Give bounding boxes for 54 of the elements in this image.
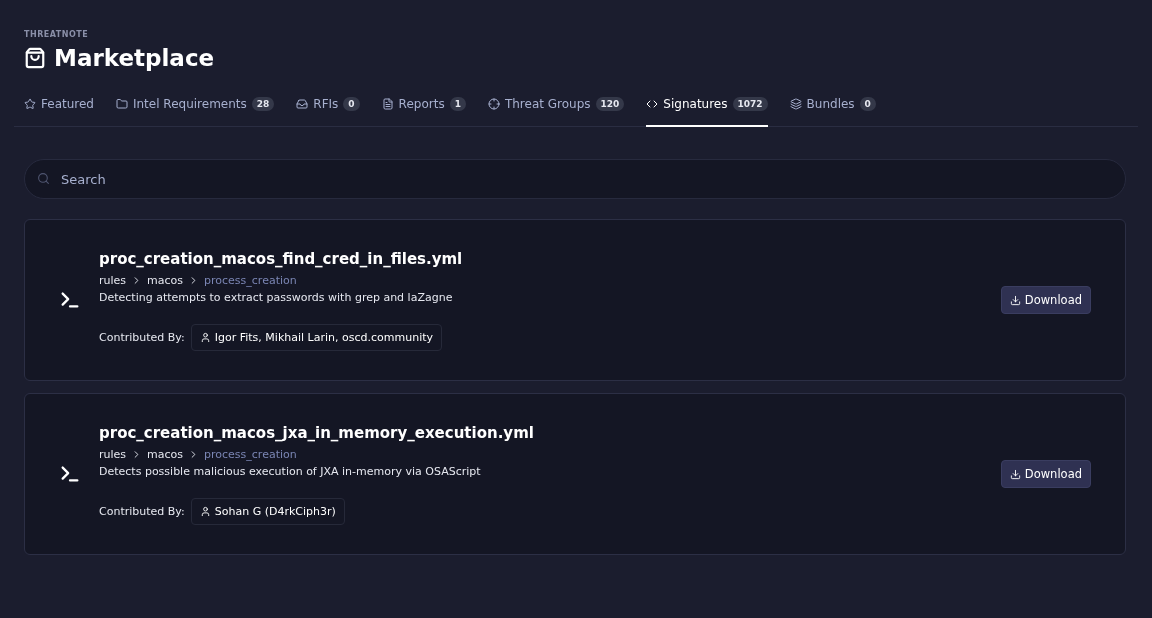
document-icon xyxy=(381,98,394,110)
tab-label: Reports xyxy=(398,97,445,111)
breadcrumb-item: macos xyxy=(147,273,184,287)
breadcrumb-item: rules xyxy=(99,273,127,287)
terminal-icon xyxy=(59,463,81,485)
page-title: Marketplace xyxy=(54,45,215,71)
user-icon xyxy=(199,505,211,517)
breadcrumb-item: macos xyxy=(147,447,184,461)
file-name: proc_creation_macos_find_cred_in_files.yml xyxy=(99,249,464,268)
tab-label: Threat Groups xyxy=(504,97,591,111)
breadcrumb-item: rules xyxy=(99,447,127,461)
tab[interactable]: Reports 1 xyxy=(381,89,466,127)
download-icon xyxy=(1009,294,1021,306)
contributor-names: Igor Fits, Mikhail Larin, oscd.community xyxy=(214,330,433,344)
count-badge: 28 xyxy=(251,97,275,111)
download-button[interactable]: Download xyxy=(1000,460,1091,488)
inbox-icon xyxy=(296,98,309,110)
count-badge: 0 xyxy=(859,97,876,111)
user-icon xyxy=(199,331,211,343)
description: Detects possible malicious execution of JXA in-memory via OSAScript xyxy=(99,464,482,478)
count-badge: 120 xyxy=(595,97,625,111)
breadcrumb-item: process_creation xyxy=(204,447,297,461)
terminal-icon xyxy=(59,289,81,311)
tab-label: Featured xyxy=(41,97,94,111)
download-button[interactable]: Download xyxy=(1000,286,1091,314)
tab[interactable]: RFIs 0 xyxy=(296,89,360,127)
tab[interactable]: Signatures 1072 xyxy=(646,89,768,127)
description: Detecting attempts to extract passwords with grep and laZagne xyxy=(99,290,454,304)
search-field[interactable]: Search xyxy=(24,159,1126,199)
tab-label: RFIs xyxy=(313,97,339,111)
crosshair-icon xyxy=(487,98,500,110)
search-icon xyxy=(37,172,50,185)
tab[interactable]: Intel Requirements 28 xyxy=(115,89,275,127)
shopping-bag-icon xyxy=(24,47,46,69)
contributed-label: Contributed By: xyxy=(99,504,185,518)
file-name: proc_creation_macos_jxa_in_memory_execution.yml xyxy=(99,423,535,442)
breadcrumb-item: process_creation xyxy=(204,273,297,287)
tab[interactable]: Featured xyxy=(24,89,94,127)
tab-label: Signatures xyxy=(663,97,728,111)
tab[interactable]: Threat Groups 120 xyxy=(487,89,625,127)
count-badge: 1 xyxy=(449,97,466,111)
contributed-label: Contributed By: xyxy=(99,330,185,344)
contributor-names: Sohan G (D4rkCiph3r) xyxy=(214,504,336,518)
star-icon xyxy=(24,98,36,110)
tab[interactable]: Bundles 0 xyxy=(789,89,876,127)
tab-label: Bundles xyxy=(806,97,855,111)
code-icon xyxy=(646,98,659,110)
count-badge: 0 xyxy=(343,97,360,111)
layers-icon xyxy=(789,98,802,110)
tab-label: Intel Requirements xyxy=(132,97,247,111)
count-badge: 1072 xyxy=(732,97,768,111)
brand-label: THREATNOTE xyxy=(23,30,90,39)
folder-icon xyxy=(115,98,128,110)
download-icon xyxy=(1009,468,1021,480)
